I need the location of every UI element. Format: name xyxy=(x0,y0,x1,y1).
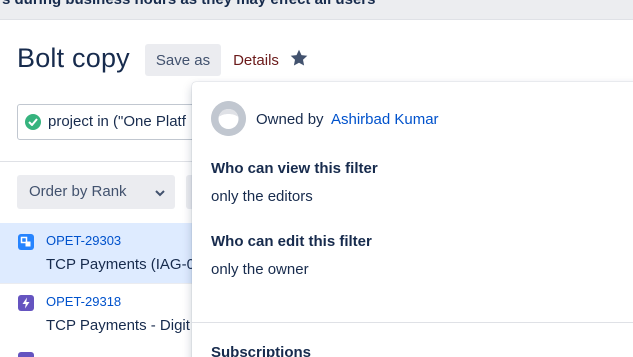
issue-list-item[interactable]: OPET-29303 TCP Payments (IAG-0 xyxy=(0,223,200,283)
edit-permission-value: only the owner xyxy=(211,261,309,278)
star-icon[interactable] xyxy=(289,48,309,68)
popup-divider xyxy=(192,322,633,323)
save-as-button[interactable]: Save as xyxy=(145,44,221,76)
view-permission-value: only the editors xyxy=(211,188,313,205)
issue-summary: TCP Payments - Digit xyxy=(46,317,190,334)
jql-search-field[interactable]: project in ("One Platf xyxy=(17,104,217,140)
issue-type-icon xyxy=(18,352,34,357)
avatar xyxy=(211,101,246,136)
check-circle-icon xyxy=(25,114,41,130)
chevron-down-icon xyxy=(154,186,166,204)
order-by-label: Order by Rank xyxy=(29,183,127,200)
issue-key[interactable]: OPET-29318 xyxy=(46,294,121,309)
subscriptions-heading: Subscriptions xyxy=(211,344,312,357)
edit-permission-heading: Who can edit this filter xyxy=(211,233,372,250)
view-permission-heading: Who can view this filter xyxy=(211,160,378,177)
page-title: Bolt copy xyxy=(17,43,130,73)
announcement-banner: s during business hours as they may effe… xyxy=(0,0,633,20)
issue-list-item[interactable]: OPET-29318 TCP Payments - Digit xyxy=(0,283,200,343)
filter-details-popup: Owned by Ashirbad Kumar Who can view thi… xyxy=(192,82,633,357)
owned-by-label: Owned by xyxy=(256,111,324,128)
subtask-icon xyxy=(18,234,34,250)
owner-link[interactable]: Ashirbad Kumar xyxy=(331,111,439,128)
issue-summary: TCP Payments (IAG-0 xyxy=(46,256,195,273)
banner-text: s during business hours as they may effe… xyxy=(2,0,375,8)
issue-key[interactable]: OPET-29303 xyxy=(46,233,121,248)
details-button[interactable]: Details xyxy=(227,44,285,76)
jql-query-text: project in ("One Platf xyxy=(48,113,186,130)
order-by-dropdown[interactable]: Order by Rank xyxy=(17,175,175,209)
epic-icon xyxy=(18,295,34,311)
